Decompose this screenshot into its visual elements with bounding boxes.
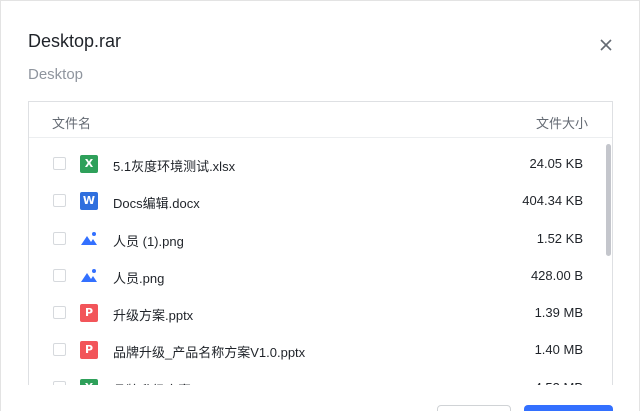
row-checkbox[interactable] bbox=[53, 380, 66, 385]
file-name: 品牌升级方案.x bbox=[113, 380, 201, 385]
scrollbar[interactable] bbox=[606, 144, 611, 256]
file-list: 文件名 文件大小 X 5.1灰度环境测试.xlsx 24.05 KB W Docs编辑.… bbox=[28, 101, 613, 385]
row-checkbox[interactable] bbox=[53, 268, 66, 282]
row-checkbox[interactable] bbox=[53, 194, 66, 208]
file-row[interactable]: P 升级方案.pptx 1.39 MB bbox=[29, 294, 612, 331]
file-row[interactable]: 人员 (1).png 1.52 KB bbox=[29, 220, 612, 257]
image-icon bbox=[81, 268, 97, 282]
cancel-button[interactable] bbox=[437, 405, 511, 411]
file-row[interactable]: X 5.1灰度环境测试.xlsx 24.05 KB bbox=[29, 145, 612, 182]
file-size: 4.53 MB bbox=[535, 380, 583, 385]
xlsx-icon: X bbox=[80, 155, 98, 173]
archive-preview-dialog: Desktop.rar Desktop 文件名 文件大小 X 5.1灰度环境测试.… bbox=[0, 0, 640, 411]
file-row[interactable]: X 品牌升级方案.x 4.53 MB bbox=[29, 369, 612, 385]
dialog-subtitle: Desktop bbox=[28, 66, 84, 83]
file-size: 24.05 KB bbox=[529, 156, 584, 171]
primary-button[interactable] bbox=[524, 405, 613, 411]
file-name: 5.1灰度环境测试.xlsx bbox=[113, 159, 236, 174]
file-name: Docs编辑.docx bbox=[113, 196, 200, 212]
xlsx-icon: X bbox=[80, 378, 98, 385]
file-size: 1.39 MB bbox=[534, 305, 583, 321]
row-checkbox[interactable] bbox=[53, 157, 66, 170]
file-row[interactable]: P 品牌升级_产品名称方案V1.0.pptx 1.40 MB bbox=[29, 331, 612, 368]
close-icon[interactable] bbox=[596, 35, 616, 55]
row-checkbox[interactable] bbox=[53, 306, 66, 320]
dialog-title: Desktop.rar bbox=[28, 31, 122, 51]
header-file-size[interactable]: 文件大小 bbox=[536, 113, 588, 132]
file-name: 人员.png bbox=[113, 270, 165, 286]
file-row[interactable]: W Docs编辑.docx 404.34 KB bbox=[29, 182, 612, 219]
header-file-name[interactable]: 文件名 bbox=[52, 113, 91, 132]
docx-icon: W bbox=[80, 192, 98, 211]
row-checkbox[interactable] bbox=[53, 343, 66, 357]
pptx-icon: P bbox=[80, 341, 98, 360]
file-size: 428.00 B bbox=[530, 267, 583, 283]
row-checkbox[interactable] bbox=[53, 231, 66, 245]
pptx-icon: P bbox=[80, 304, 98, 323]
file-size: 1.52 KB bbox=[536, 230, 583, 246]
file-size: 1.40 MB bbox=[534, 342, 583, 358]
file-list-header: 文件名 文件大小 bbox=[29, 102, 612, 138]
file-rows: X 5.1灰度环境测试.xlsx 24.05 KB W Docs编辑.docx 404.3… bbox=[29, 145, 612, 385]
file-name: 人员 (1).png bbox=[113, 233, 184, 249]
file-name: 品牌升级_产品名称方案V1.0.pptx bbox=[113, 345, 306, 361]
image-icon bbox=[81, 231, 97, 245]
file-size: 404.34 KB bbox=[522, 193, 583, 209]
file-name: 升级方案.pptx bbox=[113, 308, 194, 324]
file-row[interactable]: 人员.png 428.00 B bbox=[29, 257, 612, 294]
